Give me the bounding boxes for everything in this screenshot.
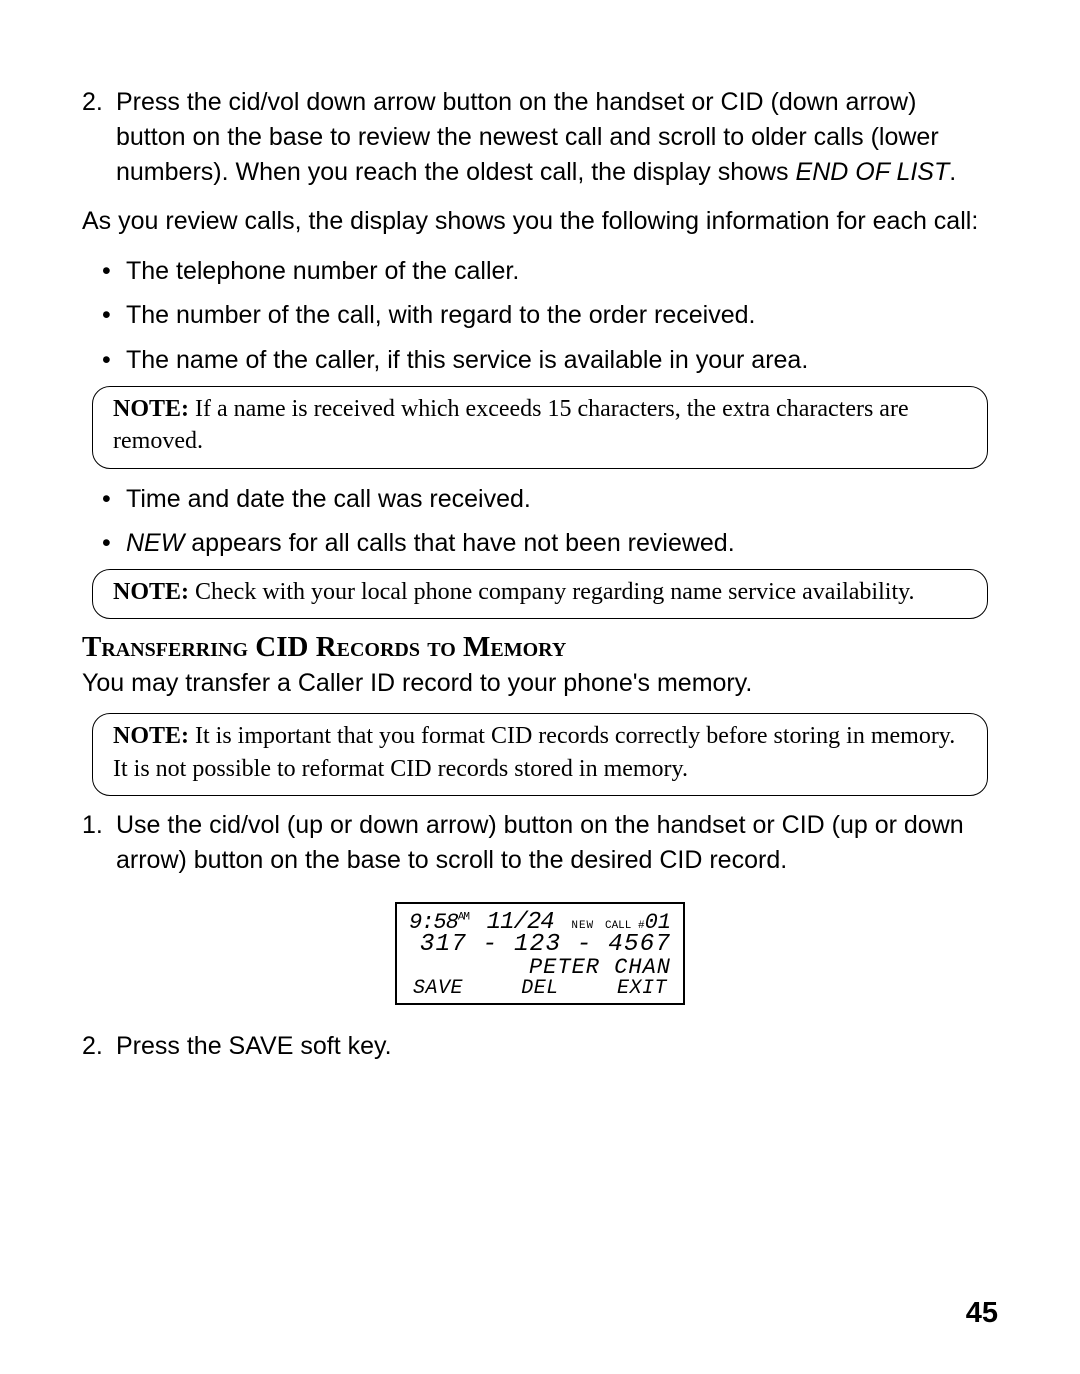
ampm: AM — [458, 912, 469, 924]
call-label: CALL # — [605, 920, 645, 932]
step-number: 1. — [82, 808, 116, 843]
lcd-caller-name: PETER CHAN — [409, 956, 671, 979]
bullet-icon: • — [102, 253, 126, 289]
bullet-icon: • — [102, 525, 126, 561]
step-body: Press the cid/vol down arrow button on t… — [116, 85, 986, 190]
note-label: NOTE: — [113, 396, 189, 422]
list-item: •The name of the caller, if this service… — [102, 342, 998, 378]
text: appears for all calls that have not been… — [184, 529, 734, 557]
note-box: NOTE: It is important that you format CI… — [92, 713, 988, 796]
bullet-icon: • — [102, 481, 126, 517]
step-number: 2. — [82, 1029, 116, 1064]
list-item: •NEW appears for all calls that have not… — [102, 525, 998, 561]
heading-subtext: You may transfer a Caller ID record to y… — [82, 666, 998, 701]
step-number: 2. — [82, 85, 116, 120]
softkey-exit: EXIT — [617, 978, 667, 999]
softkey-save: SAVE — [413, 978, 463, 999]
note-label: NOTE: — [113, 723, 189, 749]
bullet-icon: • — [102, 342, 126, 378]
lcd-softkey-row: SAVE DEL EXIT — [409, 978, 671, 999]
step-body: Use the cid/vol (up or down arrow) butto… — [116, 808, 986, 878]
step-body: Press the SAVE soft key. — [116, 1029, 986, 1064]
note-text: Check with your local phone company rega… — [189, 579, 915, 605]
softkey-del: DEL — [521, 978, 559, 999]
note-label: NOTE: — [113, 579, 189, 605]
note-text: It is important that you format CID reco… — [113, 723, 955, 781]
bullet-text: The number of the call, with regard to t… — [126, 297, 996, 333]
italic-phrase: NEW — [126, 529, 184, 557]
italic-phrase: END OF LIST — [796, 158, 950, 186]
bullet-text: The name of the caller, if this service … — [126, 342, 996, 378]
text: . — [949, 158, 956, 186]
review-intro-paragraph: As you review calls, the display shows y… — [82, 204, 998, 239]
bullet-text: Time and date the call was received. — [126, 481, 996, 517]
note-box: NOTE: If a name is received which exceed… — [92, 386, 988, 469]
section-heading: Transferring CID Records to Memory — [82, 631, 998, 664]
note-box: NOTE: Check with your local phone compan… — [92, 569, 988, 619]
page-number: 45 — [966, 1297, 998, 1330]
list-item: •Time and date the call was received. — [102, 481, 998, 517]
list-item: •The number of the call, with regard to … — [102, 297, 998, 333]
bullet-text: NEW appears for all calls that have not … — [126, 525, 996, 561]
step-item-2b: 2.Press the SAVE soft key. — [82, 1029, 998, 1064]
list-item: •The telephone number of the caller. — [102, 253, 998, 289]
step-item-2: 2.Press the cid/vol down arrow button on… — [82, 85, 998, 190]
new-label: NEW — [571, 920, 594, 932]
bullet-icon: • — [102, 297, 126, 333]
step-item-1: 1.Use the cid/vol (up or down arrow) but… — [82, 808, 998, 878]
bullet-text: The telephone number of the caller. — [126, 253, 996, 289]
note-text: If a name is received which exceeds 15 c… — [113, 396, 909, 454]
lcd-display-illustration: 9:58AM 11/24 NEW CALL #01 317 - 123 - 45… — [395, 902, 685, 1005]
